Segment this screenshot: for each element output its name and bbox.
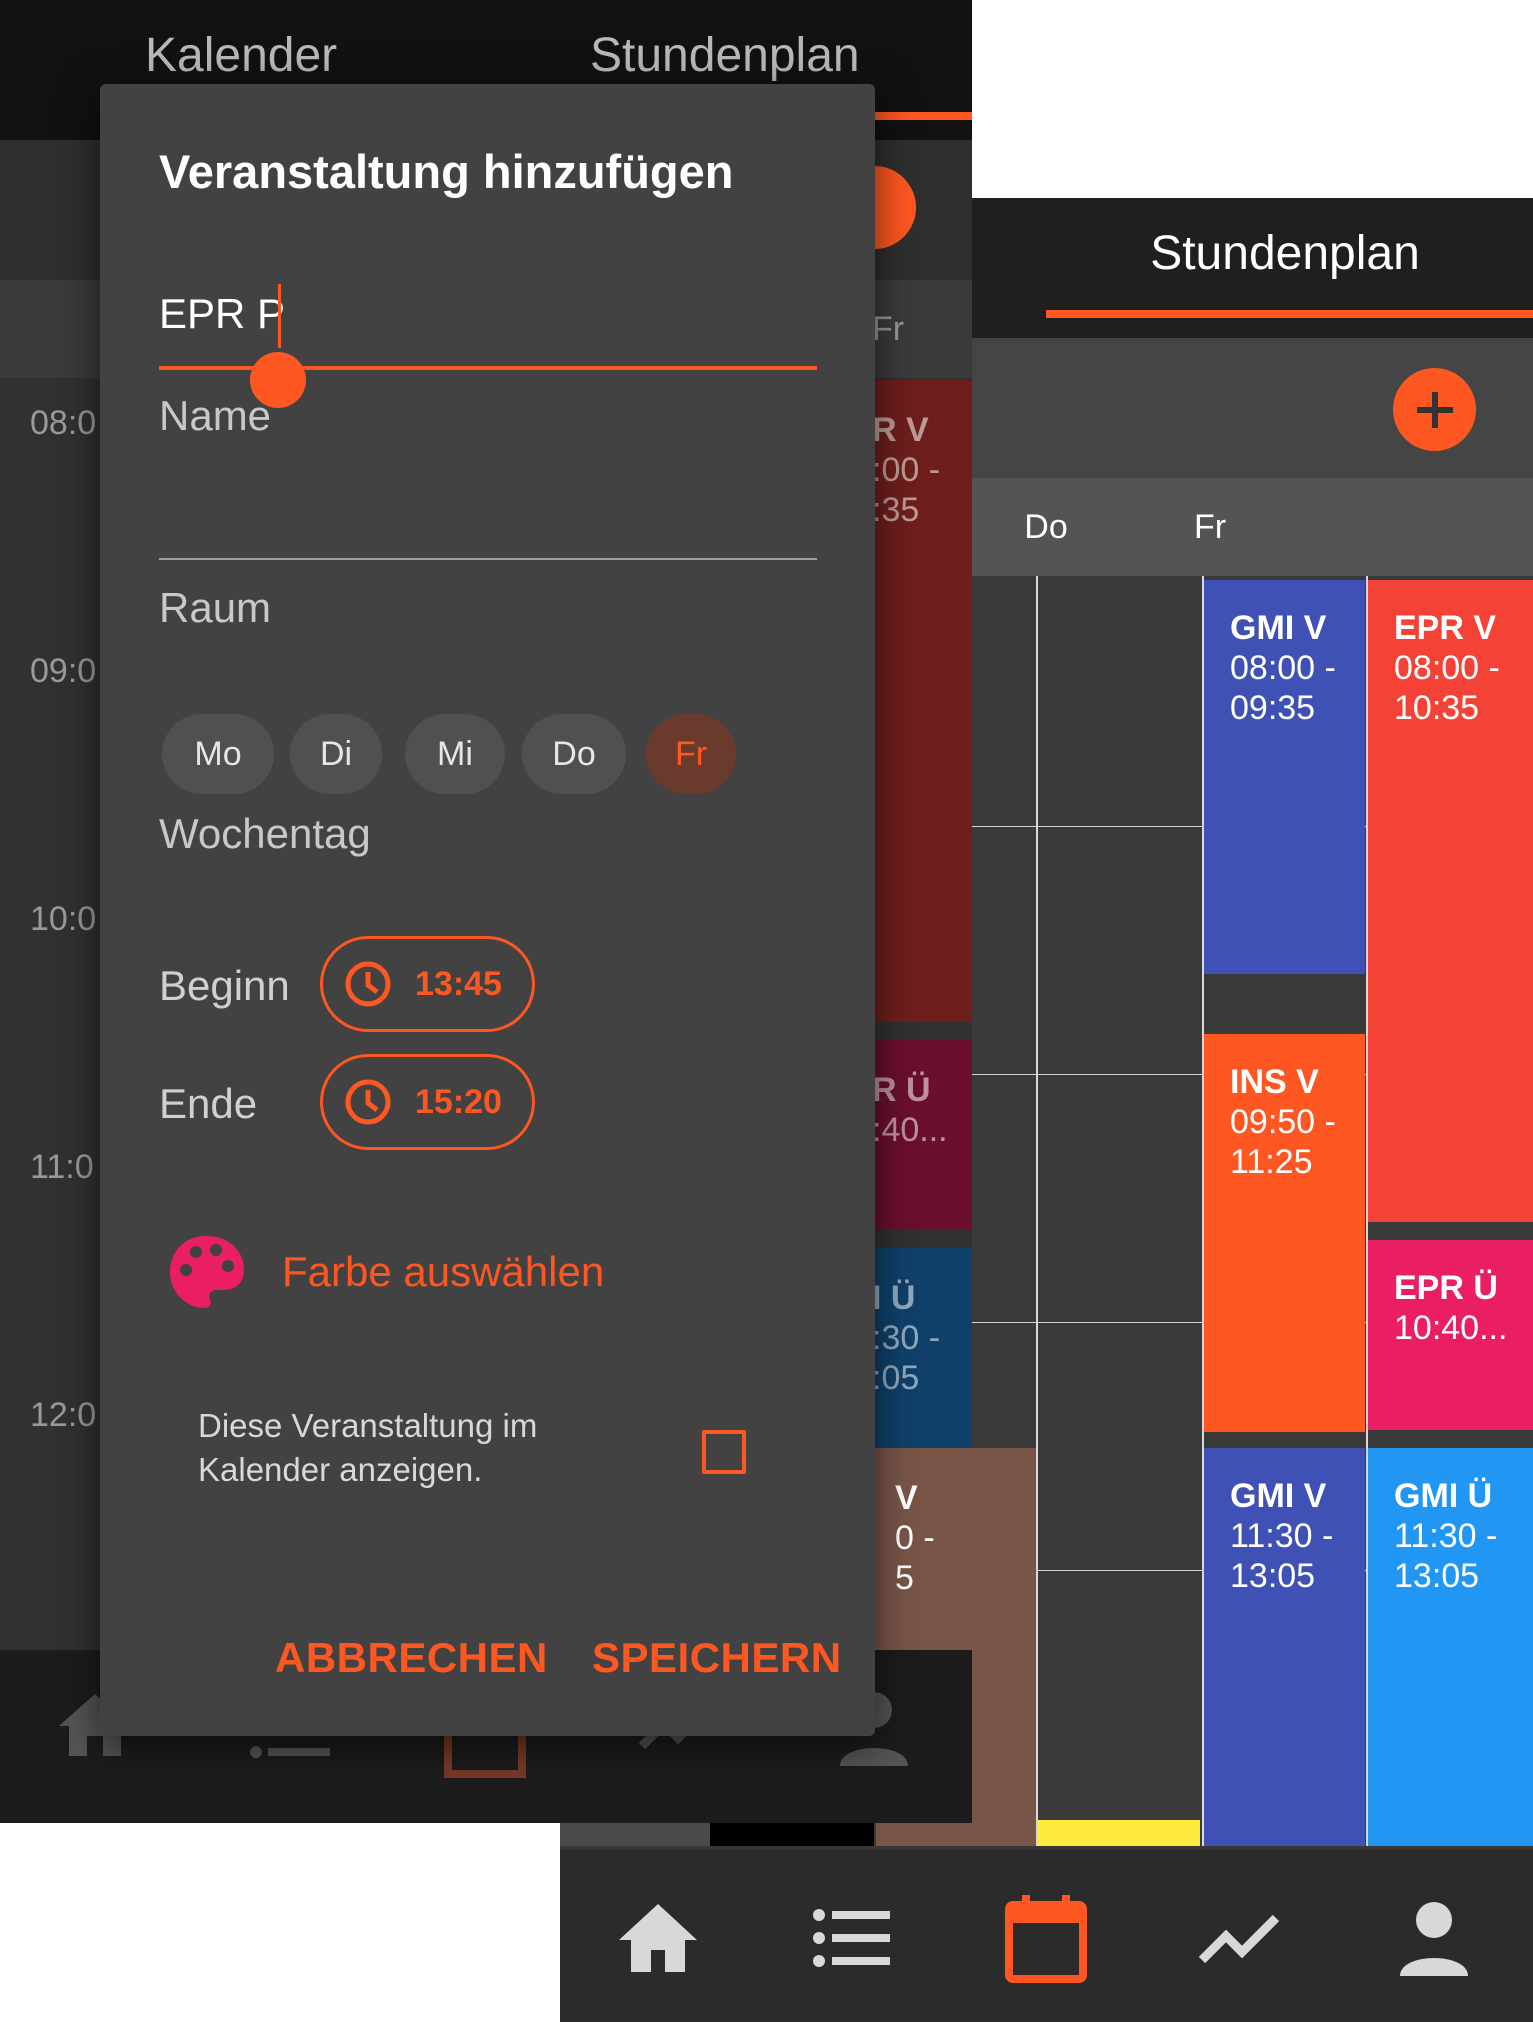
cancel-button[interactable]: ABBRECHEN [275, 1634, 548, 1682]
home-icon [619, 1904, 697, 1972]
event-time: :40... [872, 1111, 948, 1149]
event-title: GMI V [1230, 609, 1327, 647]
event-partial[interactable]: R V :00 - :35 [870, 380, 972, 1022]
event-title: GMI V [1230, 1477, 1327, 1515]
weekday-label: Wochentag [159, 810, 371, 857]
save-button[interactable]: SPEICHERN [592, 1634, 842, 1682]
tab-kalender[interactable]: Kalender [145, 28, 337, 83]
begin-time-button[interactable]: 13:45 [320, 936, 535, 1032]
add-button[interactable] [1393, 368, 1476, 451]
event-title: EPR V [1394, 609, 1497, 647]
plus-icon [1416, 391, 1453, 428]
end-label: Ende [159, 1080, 258, 1127]
event-title: GMI Ü [1394, 1477, 1493, 1515]
nav-calendar[interactable] [996, 1888, 1096, 1988]
pick-color-button[interactable]: Farbe auswählen [168, 1234, 604, 1310]
weekday-chip-do[interactable]: Do [522, 714, 626, 794]
event-gmi-v[interactable]: GMI V 08:00 - 09:35 [1204, 580, 1365, 974]
end-time-button[interactable]: 15:20 [320, 1054, 535, 1150]
event-title: I Ü [872, 1279, 916, 1317]
event-partial[interactable]: R Ü :40... [870, 1040, 972, 1230]
time-label: 09:0 [30, 652, 97, 690]
add-event-dialog: Veranstaltung hinzufügen Name Raum Mo Di… [100, 84, 875, 1736]
event-gmi-v[interactable]: GMI V 11:30 - 13:05 [1204, 1448, 1365, 1846]
day-fr: Fr [872, 310, 905, 348]
name-input[interactable] [159, 284, 719, 344]
person-icon [1400, 1902, 1468, 1976]
event-time: 09:50 - 11:25 [1230, 1103, 1336, 1181]
day-fr: Fr [1193, 508, 1227, 546]
event-time: 08:00 - 09:35 [1230, 649, 1336, 727]
pick-color-label: Farbe auswählen [282, 1248, 605, 1295]
tab-stundenplan[interactable]: Stundenplan [590, 28, 860, 83]
event-title: V [895, 1479, 918, 1517]
day-do: Do [1024, 508, 1068, 546]
tab-stundenplan[interactable]: Stundenplan [1045, 226, 1525, 281]
event-title: EPR Ü [1394, 1269, 1498, 1307]
time-label: 08:0 [30, 404, 97, 442]
nav-statistics[interactable] [1190, 1888, 1290, 1988]
time-label: 12:0 [30, 1396, 97, 1434]
begin-time-value: 13:45 [415, 964, 502, 1003]
weekday-chip-mo[interactable]: Mo [162, 714, 274, 794]
event-partial[interactable] [1038, 1820, 1200, 1846]
room-input[interactable] [159, 484, 817, 544]
event-time: :05 [872, 1359, 920, 1397]
trending-icon [1198, 1914, 1280, 1964]
calendar-icon [1005, 1895, 1087, 1983]
text-cursor [278, 284, 281, 348]
event-epr-ue[interactable]: EPR Ü 10:40... [1368, 1240, 1533, 1430]
time-label: 11:0 [30, 1148, 94, 1186]
event-time: 5 [895, 1559, 914, 1597]
weekday-chip-di[interactable]: Di [290, 714, 382, 794]
weekday-chip-fr[interactable]: Fr [646, 714, 736, 794]
event-gmi-ue[interactable]: GMI Ü 11:30 - 13:05 [1368, 1448, 1533, 1846]
dialog-title: Veranstaltung hinzufügen [159, 145, 734, 198]
palette-icon [170, 1236, 244, 1308]
room-label: Raum [159, 584, 272, 631]
nav-profile[interactable] [1384, 1888, 1484, 1988]
nav-list[interactable] [802, 1888, 902, 1988]
event-time: 08:00 - 10:35 [1394, 649, 1500, 727]
show-in-calendar-checkbox[interactable] [702, 1430, 746, 1474]
list-icon [813, 1909, 890, 1967]
nav-home[interactable] [608, 1888, 708, 1988]
event-partial [560, 1820, 710, 1846]
grid-divider [1036, 576, 1038, 1846]
event-time: 0 - [895, 1519, 935, 1557]
weekday-chip-mi[interactable]: Mi [405, 714, 505, 794]
event-partial[interactable]: V 0 - 5 [875, 1448, 972, 1650]
end-time-value: 15:20 [415, 1082, 502, 1121]
event-title: R Ü [872, 1071, 931, 1109]
event-title: INS V [1230, 1063, 1319, 1101]
name-label: Name [159, 392, 272, 439]
clock-icon [345, 961, 391, 1007]
tab-indicator [1046, 310, 1533, 318]
show-in-calendar-label: Diese Veranstaltung im Kalender anzeigen… [198, 1407, 538, 1488]
event-title: R V [872, 411, 929, 449]
event-time: 11:30 - 13:05 [1230, 1517, 1334, 1595]
event-time: :00 - [872, 451, 941, 489]
event-partial [710, 1820, 874, 1846]
time-label: 10:0 [30, 900, 97, 938]
event-time: 11:30 - 13:05 [1394, 1517, 1498, 1595]
room-underline [159, 558, 817, 560]
event-epr-v[interactable]: EPR V 08:00 - 10:35 [1368, 580, 1533, 1222]
event-ins-v[interactable]: INS V 09:50 - 11:25 [1204, 1034, 1365, 1432]
event-time: :30 - [872, 1319, 941, 1357]
begin-label: Beginn [159, 962, 290, 1009]
clock-icon [345, 1079, 391, 1125]
event-time: 10:40... [1394, 1309, 1508, 1347]
event-time: :35 [872, 491, 920, 529]
